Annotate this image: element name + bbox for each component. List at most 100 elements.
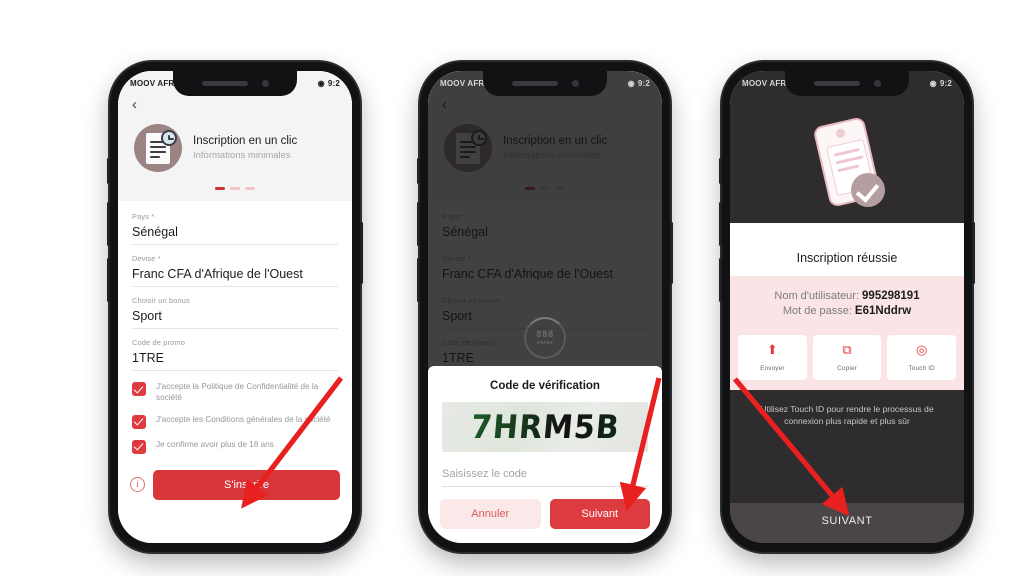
suivant-next-button[interactable]: SUIVANT (730, 503, 964, 543)
field-pays[interactable]: Pays * Sénégal (132, 203, 338, 245)
clock-label: 9:2 (327, 79, 340, 88)
checkbox-privacy[interactable] (132, 382, 146, 396)
field-pays-label: Pays * (132, 212, 155, 221)
consent-checkboxes: J'accepte la Politique de Confidentialit… (118, 371, 352, 464)
field-devise[interactable]: Devise * Franc CFA d'Afrique de l'Ouest (132, 245, 338, 287)
logo-starz: STARZ (536, 340, 554, 345)
phone3-screen: MOOV AFRICA ◉ 9:2 Inscription réussie No… (730, 71, 964, 543)
field-bonus-label: Choisir un bonus (132, 296, 190, 305)
touchid-button[interactable]: ◎ Touch ID (887, 335, 957, 380)
screenshot-canvas: MOOV AFRICA ◉ 9:2 ‹ Inscription en un cl… (0, 0, 1024, 576)
document-clock-icon (134, 124, 182, 172)
carousel-dot-1[interactable] (215, 187, 225, 190)
phone1-volume-up-button[interactable] (107, 202, 110, 246)
clock-label: 9:2 (637, 79, 650, 88)
phone1-notch (173, 71, 297, 96)
status-right: ◉ 9:2 (930, 79, 952, 88)
promo-title: Inscription en un clic (193, 135, 298, 147)
username-label: Nom d'utilisateur: (774, 290, 860, 302)
sheet-title: Code de vérification (490, 380, 600, 392)
field-bonus[interactable]: Choisir un bonus Sport (132, 287, 338, 329)
checkbox-terms[interactable] (132, 414, 146, 429)
phone3-notch (785, 71, 909, 96)
avatar-dot (834, 127, 846, 139)
carousel-dot-2[interactable] (230, 187, 240, 190)
success-actions: ⬆ Envoyer ⧉ Copier ◎ Touch ID (730, 329, 964, 390)
phone2-notch (483, 71, 607, 96)
phone1-mute-button[interactable] (107, 158, 110, 184)
phone2-volume-down-button[interactable] (417, 258, 420, 302)
checkbox-row-privacy[interactable]: J'accepte la Politique de Confidentialit… (132, 381, 338, 404)
username-value: 995298191 (862, 290, 920, 302)
field-devise-value: Franc CFA d'Afrique de l'Ouest (132, 267, 303, 281)
promo-banner: Inscription en un clic Informations mini… (118, 116, 352, 174)
success-app: Inscription réussie Nom d'utilisateur: 99… (730, 71, 964, 543)
phone3-mute-button[interactable] (719, 158, 722, 184)
phone1-power-button[interactable] (360, 222, 363, 284)
loading-spinner: 888 STARZ (524, 317, 566, 359)
earpiece-speaker (511, 81, 558, 86)
field-promo-code[interactable]: Code de promo 1TRE (132, 329, 338, 371)
phone3-volume-up-button[interactable] (719, 202, 722, 246)
logo-888: 888 (536, 330, 554, 340)
phone2-volume-up-button[interactable] (417, 202, 420, 246)
phone2-mute-button[interactable] (417, 158, 420, 184)
back-row: ‹ (118, 97, 352, 116)
earpiece-speaker (201, 81, 248, 86)
checkbox-terms-label: J'accepte les Conditions générales de la… (156, 414, 331, 424)
phone3-power-button[interactable] (972, 222, 975, 284)
phone2-screen: ‹ Inscription en un clic Informations mi… (428, 71, 662, 543)
phone3-volume-down-button[interactable] (719, 258, 722, 302)
field-devise-label: Devise * (132, 254, 161, 263)
copier-label: Copier (837, 365, 857, 372)
phone1-screen: MOOV AFRICA ◉ 9:2 ‹ Inscription en un cl… (118, 71, 352, 543)
copy-icon: ⧉ (842, 342, 852, 357)
copier-button[interactable]: ⧉ Copier (812, 335, 882, 380)
success-card: Inscription réussie (730, 223, 964, 276)
alarm-icon: ◉ (627, 79, 635, 88)
carousel-dot-3[interactable] (245, 187, 255, 190)
field-pays-value: Sénégal (132, 225, 178, 239)
annuler-button[interactable]: Annuler (440, 499, 541, 529)
share-icon: ⬆ (766, 342, 778, 357)
captcha-image[interactable]: 7HRM5B (442, 402, 648, 452)
status-right: ◉ 9:2 (628, 79, 650, 88)
fingerprint-icon: ◎ (916, 342, 928, 357)
checkbox-row-terms[interactable]: J'accepte les Conditions générales de la… (132, 414, 338, 429)
checkbox-row-age[interactable]: Je confirme avoir plus de 18 ans (132, 439, 338, 454)
form-fields: Pays * Sénégal Devise * Franc CFA d'Afri… (118, 201, 352, 371)
status-right: ◉ 9:2 (318, 79, 340, 88)
password-label: Mot de passe: (782, 305, 852, 317)
password-value: E61Nddrw (854, 305, 912, 317)
phone-registration-form: MOOV AFRICA ◉ 9:2 ‹ Inscription en un cl… (107, 62, 363, 552)
front-camera (261, 80, 269, 87)
phone1-volume-down-button[interactable] (107, 258, 110, 302)
phone-verification-code: ‹ Inscription en un clic Informations mi… (417, 62, 673, 552)
code-input[interactable]: Saisissez le code (442, 468, 648, 487)
checkbox-privacy-label: J'accepte la Politique de Confidentialit… (156, 382, 319, 403)
phone2-app: ‹ Inscription en un clic Informations mi… (428, 71, 662, 543)
check-badge-icon (851, 173, 885, 207)
phone2-power-button[interactable] (670, 222, 673, 284)
checkbox-age-label: Je confirme avoir plus de 18 ans (156, 439, 274, 449)
envoyer-label: Envoyer (760, 365, 785, 372)
sinscrire-button[interactable]: S'inscrire (153, 469, 340, 500)
verification-code-sheet: Code de vérification 7HRM5B Saisissez le… (428, 366, 662, 543)
submit-row: i S'inscrire (118, 464, 352, 516)
suivant-button[interactable]: Suivant (549, 499, 650, 529)
sheet-actions: Annuler Suivant (428, 487, 662, 543)
captcha-code-text: 7HRM5B (469, 408, 621, 446)
back-chevron-icon[interactable]: ‹ (132, 97, 338, 112)
code-input-placeholder: Saisissez le code (442, 468, 527, 480)
alarm-icon: ◉ (317, 79, 325, 88)
credential-password: Mot de passe: E61Nddrw (730, 305, 964, 317)
info-icon[interactable]: i (130, 477, 145, 493)
field-promo-code-label: Code de promo (132, 338, 185, 347)
envoyer-button[interactable]: ⬆ Envoyer (738, 335, 807, 380)
checkbox-age[interactable] (132, 439, 146, 454)
front-camera (571, 80, 579, 87)
promo-subtitle: Informations minimales (193, 150, 291, 161)
carousel-dots[interactable] (118, 174, 352, 201)
alarm-icon: ◉ (929, 79, 937, 88)
